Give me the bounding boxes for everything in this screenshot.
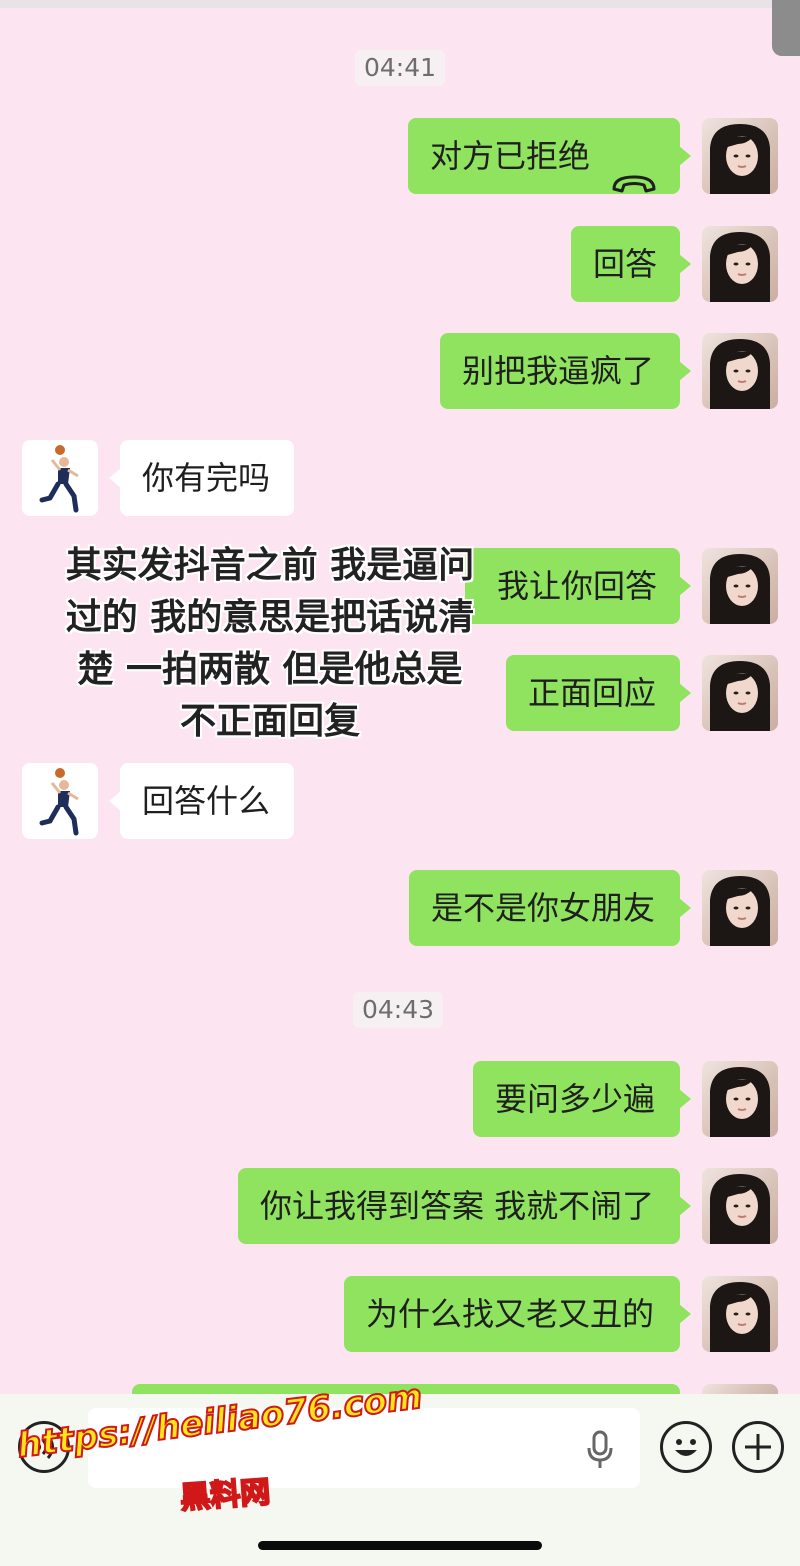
message-text: 回答什么	[142, 782, 271, 820]
plus-icon[interactable]	[732, 1421, 784, 1473]
message-text: 是不是你女朋友	[431, 889, 656, 927]
timestamp: 04:41	[355, 50, 446, 86]
message-bubble-outgoing[interactable]: 是不是你女朋友	[409, 870, 691, 946]
message-text: 对方已拒绝	[430, 137, 591, 175]
message-text: 你让我得到答案 我就不闹了	[260, 1187, 655, 1225]
message-text: 你有完吗	[142, 459, 271, 497]
message-bubble-outgoing[interactable]: 回答	[571, 226, 691, 302]
video-caption-overlay: 其实发抖音之前 我是逼问 过的 我的意思是把话说清 楚 一拍两散 但是他总是 不…	[30, 540, 510, 748]
avatar-self[interactable]	[702, 1061, 778, 1137]
watermark-name: 黑料网	[178, 1474, 272, 1517]
avatar-contact[interactable]	[22, 440, 98, 516]
message-text: 回答	[593, 245, 658, 283]
call-declined-icon	[610, 146, 658, 193]
message-text: 为什么找又老又丑的	[366, 1295, 655, 1333]
microphone-icon[interactable]	[586, 1430, 614, 1470]
avatar-contact[interactable]	[22, 763, 98, 839]
message-bubble-outgoing[interactable]: 对方已拒绝	[408, 118, 691, 194]
avatar-self[interactable]	[702, 226, 778, 302]
top-border	[0, 0, 800, 8]
message-text: 我让你回答	[497, 567, 658, 605]
message-bubble-outgoing[interactable]: 为什么找又老又丑的	[344, 1276, 691, 1352]
message-text: 别把我逼疯了	[462, 352, 655, 390]
message-bubble-incoming[interactable]: 你有完吗	[109, 440, 294, 516]
message-bubble-incoming[interactable]: 回答什么	[109, 763, 294, 839]
avatar-self[interactable]	[702, 118, 778, 194]
timestamp: 04:43	[353, 992, 444, 1028]
message-bubble-outgoing[interactable]: 正面回应	[506, 655, 691, 731]
caption-line: 过的 我的意思是把话说清	[65, 597, 475, 638]
avatar-self[interactable]	[702, 1276, 778, 1352]
avatar-self[interactable]	[702, 655, 778, 731]
caption-line: 不正面回复	[179, 701, 360, 742]
scroll-tab[interactable]	[772, 0, 800, 56]
avatar-self[interactable]	[702, 548, 778, 624]
emoji-icon[interactable]	[660, 1421, 712, 1473]
avatar-self[interactable]	[702, 870, 778, 946]
avatar-self[interactable]	[702, 333, 778, 409]
message-text: 要问多少遍	[495, 1080, 656, 1118]
home-indicator	[258, 1541, 542, 1550]
message-bubble-outgoing[interactable]: 你让我得到答案 我就不闹了	[238, 1168, 691, 1244]
message-text: 正面回应	[528, 674, 657, 712]
avatar-self[interactable]	[702, 1168, 778, 1244]
caption-line: 楚 一拍两散 但是他总是	[77, 649, 463, 690]
message-bubble-outgoing[interactable]: 别把我逼疯了	[440, 333, 691, 409]
message-bubble-outgoing[interactable]: 要问多少遍	[473, 1061, 691, 1137]
caption-line: 其实发抖音之前 我是逼问	[65, 545, 475, 586]
